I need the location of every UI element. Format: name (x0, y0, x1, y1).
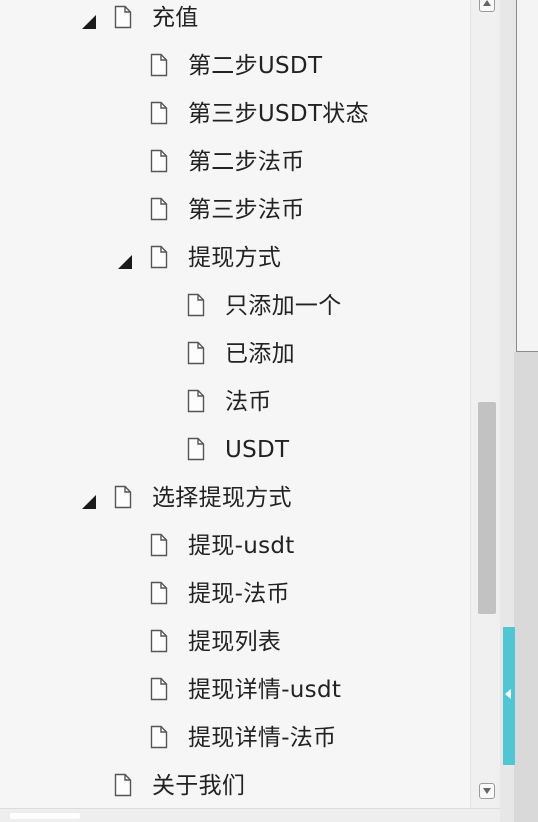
tree-item-label: 法币 (225, 389, 272, 415)
collapse-panel-icon (505, 689, 511, 699)
tree-item[interactable]: 提现详情-法币 (0, 725, 470, 773)
tree-item[interactable]: 已添加 (0, 341, 470, 389)
tree-item[interactable]: 选择提现方式 (0, 485, 470, 533)
tree-item-label: 只添加一个 (225, 293, 342, 319)
expanded-triangle-icon[interactable] (118, 255, 132, 269)
tree-item-label: 提现详情-usdt (188, 677, 342, 703)
tree-item[interactable]: 提现详情-usdt (0, 677, 470, 725)
tree-item-label: 选择提现方式 (152, 485, 292, 511)
file-icon (150, 197, 168, 221)
tree-item-label: 提现-usdt (188, 533, 295, 559)
scroll-down-button[interactable] (479, 783, 495, 799)
file-icon (114, 773, 132, 797)
tree-item[interactable]: 充值 (0, 5, 470, 53)
scroll-up-icon (483, 0, 491, 6)
file-icon (150, 53, 168, 77)
tree-item-label: 提现-法币 (188, 581, 290, 607)
tree-item[interactable]: 关于我们 (0, 773, 470, 808)
file-icon (187, 293, 205, 317)
tree-item-label: 提现列表 (188, 629, 282, 655)
file-icon (150, 149, 168, 173)
tree-item[interactable]: USDT (0, 437, 470, 485)
tree-item[interactable]: 第三步USDT状态 (0, 101, 470, 149)
tree-item-label: 提现详情-法币 (188, 725, 337, 751)
collapse-panel-button[interactable] (503, 627, 515, 765)
file-icon (114, 5, 132, 29)
scroll-up-button[interactable] (479, 0, 495, 12)
tree-item[interactable]: 法币 (0, 389, 470, 437)
page-tree: 充值第二步USDT 第三步USDT状态 第二步法币第三步法币提现方式只添加一个已添加… (0, 0, 470, 808)
tree-item-label: 第二步法币 (188, 149, 305, 175)
right-panel-strip (514, 352, 538, 822)
file-icon (150, 629, 168, 653)
tree-item[interactable]: 提现列表 (0, 629, 470, 677)
tree-item[interactable]: 提现-usdt (0, 533, 470, 581)
scroll-down-icon (483, 788, 491, 794)
tree-item[interactable]: 提现-法币 (0, 581, 470, 629)
horizontal-scrollbar-thumb[interactable] (10, 813, 80, 819)
tree-item[interactable]: 第三步法币 (0, 197, 470, 245)
file-icon (187, 389, 205, 413)
file-icon (150, 533, 168, 557)
tree-item-label: 提现方式 (188, 245, 282, 271)
tree-item-label: USDT (225, 437, 290, 463)
tree-item-label: 已添加 (225, 341, 295, 367)
tree-item[interactable]: 提现方式 (0, 245, 470, 293)
file-icon (150, 677, 168, 701)
tree-item[interactable]: 第二步法币 (0, 149, 470, 197)
tree-vertical-scrollbar[interactable] (470, 0, 501, 808)
tree-item[interactable]: 只添加一个 (0, 293, 470, 341)
tree-item-label: 第三步法币 (188, 197, 305, 223)
expanded-triangle-icon[interactable] (82, 495, 96, 509)
file-icon (150, 245, 168, 269)
horizontal-scrollbar[interactable] (0, 808, 500, 822)
tree-item-label: 关于我们 (152, 773, 246, 799)
file-icon (187, 437, 205, 461)
tree-item-label: 第二步USDT (188, 53, 323, 79)
tree-item-label: 第三步USDT状态 (188, 101, 369, 127)
file-icon (150, 101, 168, 125)
expanded-triangle-icon[interactable] (82, 15, 96, 29)
file-icon (150, 581, 168, 605)
right-panel-frame (516, 0, 538, 352)
file-icon (150, 725, 168, 749)
file-icon (114, 485, 132, 509)
file-icon (187, 341, 205, 365)
tree-item-label: 充值 (152, 5, 199, 31)
scrollbar-thumb[interactable] (478, 402, 496, 614)
tree-item[interactable]: 第二步USDT (0, 53, 470, 101)
